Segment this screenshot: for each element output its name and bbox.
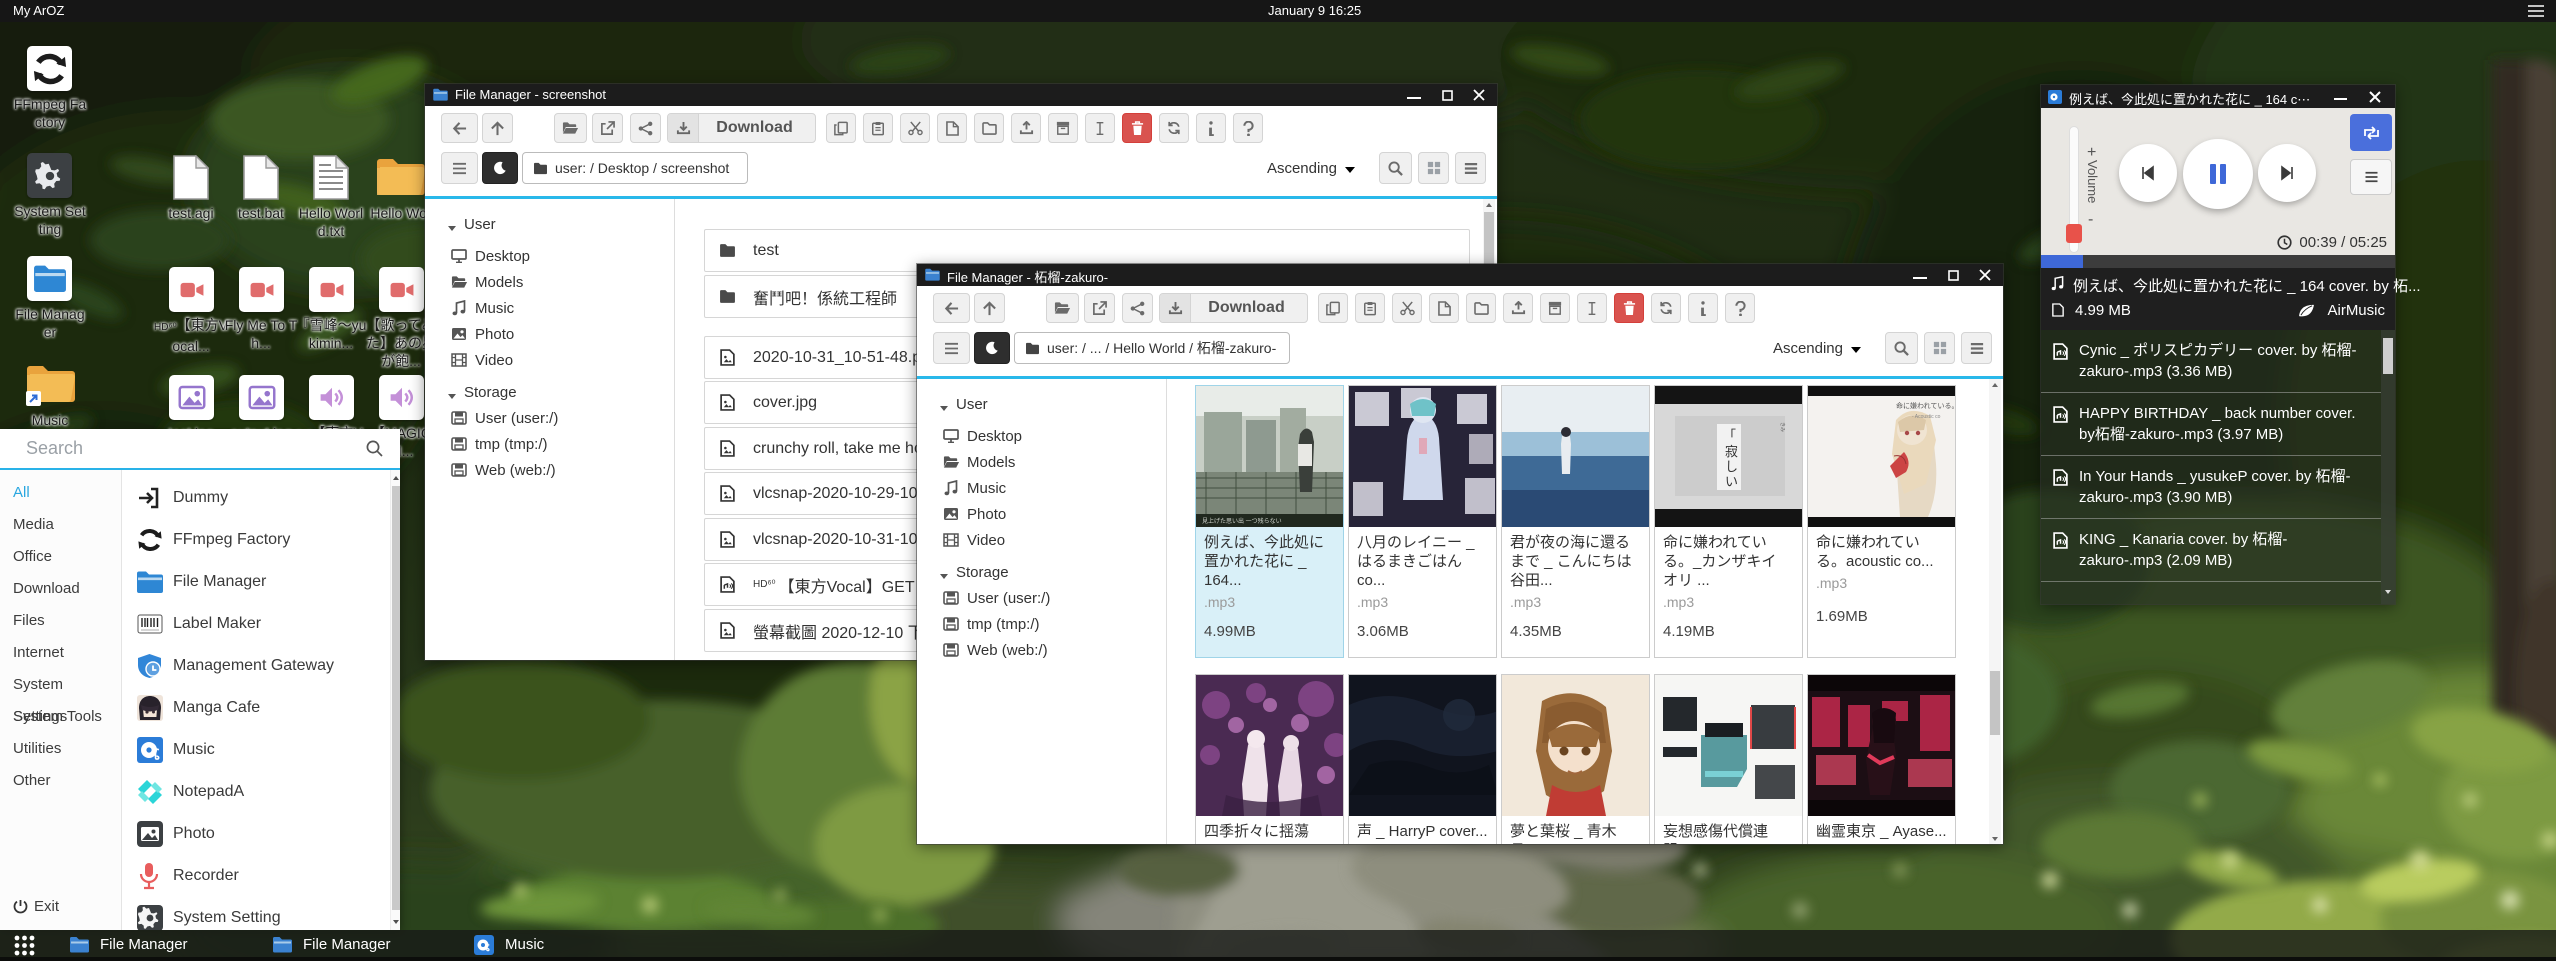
svg-text:見上げた思い出 一つ残らない: 見上げた思い出 一つ残らない xyxy=(1202,517,1282,525)
svg-text:し: し xyxy=(1725,459,1738,474)
svg-text:- Acoustic co: - Acoustic co xyxy=(1912,414,1941,420)
svg-text:きみ: きみ xyxy=(1779,422,1786,432)
svg-text:寂: 寂 xyxy=(1725,444,1738,459)
svg-text:「: 「 xyxy=(1723,428,1736,443)
svg-text:命に嫌われている。: 命に嫌われている。 xyxy=(1896,401,1955,410)
svg-text:い: い xyxy=(1725,474,1738,489)
